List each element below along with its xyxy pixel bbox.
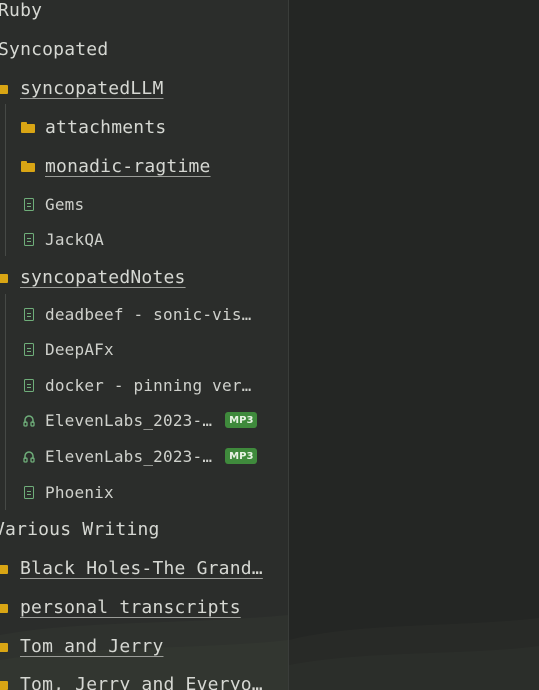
tree-file-elevenlabs-1[interactable]: ElevenLabs_2023-… MP3 [23, 409, 258, 431]
tree-item-label: Syncopated [0, 38, 109, 60]
folder-icon [0, 272, 8, 283]
file-icon [24, 232, 34, 246]
tree-item-label: personal transcripts [20, 596, 241, 618]
tree-folder-syncopated[interactable]: Syncopated [0, 37, 108, 61]
file-icon [24, 197, 34, 211]
tree-folder-tom-and-jerry[interactable]: Tom and Jerry [0, 634, 163, 658]
folder-icon [0, 679, 8, 690]
tree-item-label: ElevenLabs_2023-… [45, 410, 213, 430]
tree-item-label: Black Holes-The Grand… [20, 557, 263, 579]
tree-file-jackqa[interactable]: JackQA [24, 228, 104, 250]
tree-item-label: Phoenix [45, 482, 114, 502]
tree-file-phoenix[interactable]: Phoenix [24, 481, 114, 503]
folder-icon [0, 83, 8, 94]
file-icon [24, 307, 34, 321]
folder-icon [0, 602, 8, 613]
file-icon [24, 342, 34, 356]
tree-guide-syncopatedLLM [5, 104, 6, 256]
folder-icon [0, 641, 8, 652]
tree-item-label: docker - pinning ver… [45, 375, 252, 395]
audio-file-icon [23, 450, 35, 463]
folder-icon [0, 563, 8, 574]
tree-item-label: attachments [45, 116, 167, 138]
tree-item-label: Tom and Jerry [20, 635, 164, 657]
editor-pane [289, 0, 539, 690]
tree-folder-black-holes[interactable]: Black Holes-The Grand… [0, 556, 263, 580]
tree-item-label: Various Writing [0, 518, 160, 540]
tree-item-label: JackQA [45, 229, 104, 249]
file-icon [24, 485, 34, 499]
tree-item-label: Gems [45, 194, 85, 214]
folder-icon [21, 160, 35, 172]
tree-guide-syncopatedNotes [5, 294, 6, 510]
tree-folder-tom-jerry-everyone[interactable]: Tom, Jerry and Everyo… [0, 672, 263, 690]
tree-item-label: Ruby [0, 0, 43, 21]
tree-folder-attachments[interactable]: attachments [21, 115, 166, 139]
tree-folder-syncopatedNotes[interactable]: syncopatedNotes [0, 265, 186, 289]
tree-file-docker[interactable]: docker - pinning ver… [24, 374, 252, 396]
tree-folder-personal-transcripts[interactable]: personal transcripts [0, 595, 241, 619]
tree-file-deepafx[interactable]: DeepAFx [24, 338, 114, 360]
file-icon [24, 378, 34, 392]
tree-folder-monadic-ragtime[interactable]: monadic-ragtime [21, 154, 211, 178]
audio-file-icon [23, 414, 35, 427]
tree-item-label: syncopatedNotes [20, 266, 186, 288]
tree-folder-ruby[interactable]: Ruby [0, 0, 42, 22]
tree-file-elevenlabs-2[interactable]: ElevenLabs_2023-… MP3 [23, 445, 258, 467]
tree-file-deadbeef[interactable]: deadbeef - sonic-vis… [24, 303, 252, 325]
file-explorer-sidebar: Ruby Syncopated syncopatedLLM attachment… [0, 0, 288, 690]
tree-item-label: ElevenLabs_2023-… [45, 446, 213, 466]
tree-folder-various-writing[interactable]: Various Writing [0, 517, 160, 541]
tree-item-label: monadic-ragtime [45, 155, 211, 177]
tree-file-gems[interactable]: Gems [24, 193, 84, 215]
tree-item-label: deadbeef - sonic-vis… [45, 304, 252, 324]
tree-folder-syncopatedLLM[interactable]: syncopatedLLM [0, 76, 163, 100]
background-wave-decoration [289, 618, 539, 690]
folder-icon [21, 121, 35, 133]
tree-item-label: DeepAFx [45, 339, 114, 359]
file-type-badge: MP3 [225, 448, 258, 464]
tree-item-label: syncopatedLLM [20, 77, 164, 99]
tree-item-label: Tom, Jerry and Everyo… [20, 673, 263, 690]
file-type-badge: MP3 [225, 412, 258, 428]
